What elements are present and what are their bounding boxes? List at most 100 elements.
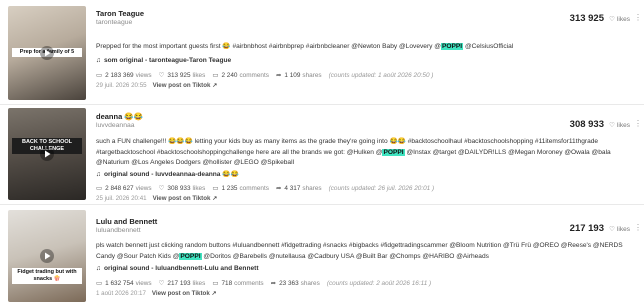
post-author[interactable]: deanna 😂😂	[96, 112, 143, 121]
post-sound[interactable]: ♫ som original - taronteague-Taron Teagu…	[96, 57, 231, 64]
comment-icon: ▭	[212, 185, 219, 192]
likes-label-text: likes	[616, 15, 630, 23]
post-sound[interactable]: ♫ original sound - luluandbennett-Lulu a…	[96, 265, 259, 272]
comment-icon: ▭	[212, 72, 219, 79]
heart-icon: ♡	[158, 72, 165, 79]
view-post-link[interactable]: View post on Tiktok ↗	[153, 82, 218, 89]
post-thumbnail[interactable]: BACK TO SCHOOL CHALLENGE	[8, 108, 86, 200]
share-icon: ➦	[270, 280, 277, 287]
post-stats: ▭ 2 848 627 views ♡ 308 933 likes ▭ 1 235 comm…	[96, 184, 435, 193]
view-post-link-text: View post on Tiktok	[151, 290, 210, 297]
caption-text-end: @CelsiusOfficial	[463, 43, 514, 50]
shares-count: 1 109	[284, 71, 301, 79]
post-author[interactable]: Lulu and Bennett	[96, 217, 157, 226]
views-label: views	[135, 279, 152, 287]
counts-updated: (counts updated: 1 août 2026 20:50 )	[328, 71, 434, 79]
post-author[interactable]: Taron Teague	[96, 9, 144, 18]
posts-list: Prep for a family of 5 Taron Teague taro…	[0, 0, 644, 308]
comments-label: comments	[234, 279, 264, 287]
likes-count: 308 933	[167, 184, 191, 192]
likes-label: ♡ likes	[609, 15, 630, 24]
post-caption: Prepped for the most important guests fi…	[96, 42, 636, 53]
post-handle[interactable]: taronteague	[96, 19, 132, 26]
post-sound[interactable]: ♫ original sound - luvvdeannaa-deanna 😂😂	[96, 170, 239, 179]
likes-label: likes	[192, 71, 206, 79]
views-icon: ▭	[96, 72, 103, 79]
share-icon: ➦	[275, 185, 282, 192]
more-options-icon[interactable]: ⋮	[634, 223, 642, 233]
view-post-link[interactable]: View post on Tiktok ↗	[152, 290, 217, 297]
sound-title: som original - taronteague-Taron Teague	[103, 57, 232, 64]
thumbnail-caption: Fidget trading but with snacks 🍿	[12, 268, 82, 284]
likes-label: likes	[192, 184, 206, 192]
post-date: 1 août 2026 20:17	[96, 290, 146, 297]
post-caption: pls watch bennett just clicking random b…	[96, 241, 636, 262]
shares-label: shares	[302, 71, 322, 79]
music-note-icon: ♫	[96, 170, 101, 178]
post-thumbnail[interactable]: Prep for a family of 5	[8, 6, 86, 100]
external-link-icon: ↗	[212, 195, 218, 202]
share-icon: ➦	[275, 72, 282, 79]
views-count: 2 183 369	[105, 71, 134, 79]
post-thumbnail[interactable]: Fidget trading but with snacks 🍿	[8, 210, 86, 302]
comments-count: 2 240	[221, 71, 238, 79]
music-note-icon: ♫	[96, 265, 101, 272]
likes-total: 313 925	[569, 13, 604, 24]
heart-icon: ♡	[158, 185, 165, 192]
post-card: Fidget trading but with snacks 🍿 Lulu an…	[0, 204, 644, 308]
shares-count: 23 363	[279, 279, 299, 287]
likes-count: 313 925	[167, 71, 191, 79]
post-meta: 1 août 2026 20:17 View post on Tiktok ↗	[96, 290, 217, 297]
brand-highlight: POPPI	[179, 252, 202, 260]
likes-total: 308 933	[569, 119, 604, 130]
likes-label: likes	[192, 279, 206, 287]
views-icon: ▭	[96, 185, 103, 192]
play-icon	[40, 249, 54, 263]
shares-count: 4 317	[284, 184, 301, 192]
likes-total: 217 193	[569, 223, 604, 234]
views-count: 2 848 627	[105, 184, 134, 192]
views-label: views	[135, 71, 152, 79]
post-date: 29 juil. 2026 20:55	[96, 82, 147, 89]
views-count: 1 632 754	[105, 279, 134, 287]
post-stats: ▭ 1 632 754 views ♡ 217 193 likes ▭ 718 commen…	[96, 279, 432, 288]
more-options-icon[interactable]: ⋮	[634, 13, 642, 23]
play-icon	[40, 46, 54, 60]
counts-updated: (counts updated: 2 août 2026 16:11 )	[326, 279, 432, 287]
shares-label: shares	[302, 184, 322, 192]
views-icon: ▭	[96, 280, 103, 287]
post-date: 25 juil. 2026 20:41	[96, 195, 147, 202]
likes-label: ♡ likes	[609, 121, 630, 130]
more-options-icon[interactable]: ⋮	[634, 119, 642, 129]
heart-icon: ♡	[158, 280, 165, 287]
likes-count: 217 193	[167, 279, 191, 287]
likes-label-text: likes	[616, 225, 630, 233]
sound-title: original sound - luvvdeannaa-deanna 😂😂	[103, 171, 239, 178]
comment-icon: ▭	[212, 280, 219, 287]
external-link-icon: ↗	[211, 290, 217, 297]
likes-label-text: likes	[616, 121, 630, 129]
view-post-link[interactable]: View post on Tiktok ↗	[153, 195, 218, 202]
heart-icon: ♡	[609, 122, 615, 129]
post-card: Prep for a family of 5 Taron Teague taro…	[0, 0, 644, 105]
caption-text-end: @Doritos @Barebells @nutellausa @Cadbury…	[201, 252, 489, 260]
comments-label: comments	[239, 71, 269, 79]
views-label: views	[135, 184, 152, 192]
comments-count: 1 235	[221, 184, 238, 192]
post-card: BACK TO SCHOOL CHALLENGE deanna 😂😂 luvvd…	[0, 104, 644, 205]
post-meta: 25 juil. 2026 20:41 View post on Tiktok …	[96, 195, 217, 202]
post-caption: such a FUN challenge!!! 😂😂😂 letting your…	[96, 137, 636, 169]
post-meta: 29 juil. 2026 20:55 View post on Tiktok …	[96, 82, 217, 89]
music-note-icon: ♫	[96, 57, 101, 64]
brand-highlight: POPPI	[440, 43, 464, 50]
view-post-link-text: View post on Tiktok	[152, 195, 211, 202]
external-link-icon: ↗	[212, 82, 218, 89]
post-handle[interactable]: luluandbennett	[96, 227, 141, 234]
counts-updated: (counts updated: 26 juil. 2026 20:01 )	[328, 184, 435, 192]
heart-icon: ♡	[609, 16, 615, 23]
brand-highlight: POPPI	[382, 148, 405, 156]
post-handle[interactable]: luvvdeannaa	[96, 122, 135, 129]
play-icon	[40, 147, 54, 161]
comments-label: comments	[239, 184, 269, 192]
post-stats: ▭ 2 183 369 views ♡ 313 925 likes ▭ 2 240 comm…	[96, 71, 434, 80]
